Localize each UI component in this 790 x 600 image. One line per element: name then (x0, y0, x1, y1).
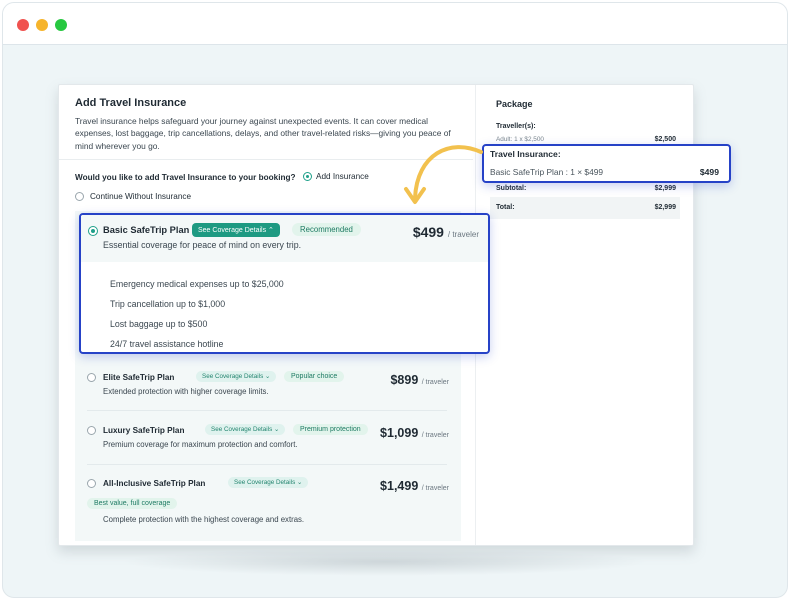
section-title: Add Travel Insurance (75, 97, 187, 109)
add-insurance-radio[interactable] (303, 172, 312, 182)
plan-price: $499 / traveler (413, 224, 479, 240)
insurance-summary-value: $499 (699, 167, 719, 177)
package-title: Package (496, 99, 533, 109)
travellers-label: Traveller(s): (496, 123, 536, 130)
see-coverage-button[interactable]: See Coverage Details ⌄ (196, 371, 277, 382)
coverage-feature: Trip cancellation up to $1,000 (110, 299, 226, 309)
see-coverage-button[interactable]: See Coverage Details ⌄ (228, 477, 309, 488)
adult-line-value: $2,500 (654, 136, 676, 143)
subtotal-value: $2,999 (654, 185, 676, 192)
close-window-button[interactable] (17, 19, 29, 31)
insurance-summary-callout: Travel Insurance: Basic SafeTrip Plan : … (482, 144, 731, 183)
plan-name: Basic SafeTrip Plan (103, 225, 190, 235)
plan-description: Premium coverage for maximum protection … (103, 440, 298, 449)
window-titlebar (3, 3, 787, 45)
see-coverage-label: See Coverage Details (211, 426, 273, 433)
insurance-summary-line: Basic SafeTrip Plan : 1 × $499 (490, 167, 604, 177)
plan-tag: Popular choice (284, 371, 345, 382)
see-coverage-label: See Coverage Details (234, 479, 296, 486)
plan-price-value: $499 (412, 224, 444, 240)
total-value: $2,999 (654, 204, 676, 211)
plan-price-value: $899 (390, 373, 419, 387)
see-coverage-label: See Coverage Details (202, 373, 264, 380)
plan-name: Elite SafeTrip Plan (103, 373, 175, 382)
maximize-window-button[interactable] (55, 19, 67, 31)
total-row: Total: $2,999 (496, 204, 676, 211)
subtotal-row: Subtotal: $2,999 (496, 185, 676, 192)
add-insurance-label: Add Insurance (316, 172, 369, 181)
plan-basic-expanded[interactable]: Basic SafeTrip Plan See Coverage Details… (79, 213, 490, 354)
plan-tag: Best value, full coverage (87, 498, 178, 509)
see-coverage-label: See Coverage Details (198, 227, 267, 234)
coverage-feature: Emergency medical expenses up to $25,000 (110, 279, 284, 289)
continue-without-radio[interactable] (75, 192, 84, 202)
plan-price-unit: / traveler (421, 485, 449, 492)
adult-line-text: Adult: 1 x $2,500 (496, 136, 544, 143)
plan-name: All-Inclusive SafeTrip Plan (103, 479, 206, 488)
plan-price-value: $1,099 (380, 426, 419, 440)
card-shadow (120, 548, 650, 576)
plan-price-value: $1,499 (380, 479, 419, 493)
plan-basic-radio[interactable] (88, 226, 98, 236)
chevron-down-icon: ⌄ (274, 426, 280, 433)
plan-price: $899 / traveler (390, 373, 449, 387)
plan-price-unit: / traveler (421, 379, 449, 386)
plan-price-unit: / traveler (447, 230, 479, 239)
plan-tag: Premium protection (293, 424, 368, 435)
chevron-down-icon: ⌄ (265, 373, 271, 380)
plan-price: $1,499 / traveler (380, 479, 449, 493)
plan-tag: Recommended (292, 223, 361, 236)
insurance-question: Would you like to add Travel Insurance t… (75, 173, 296, 182)
insurance-summary-label: Travel Insurance: (490, 149, 561, 159)
plan-description: Extended protection with higher coverage… (103, 387, 269, 396)
continue-without-label: Continue Without Insurance (90, 192, 192, 201)
curved-arrow-icon (404, 145, 483, 204)
plan-divider (87, 464, 447, 465)
plan-divider (87, 410, 447, 411)
plan-all-inclusive-radio[interactable] (87, 479, 96, 488)
total-label: Total: (496, 204, 515, 211)
plan-luxury-radio[interactable] (87, 426, 96, 435)
adult-line: Adult: 1 x $2,500 $2,500 (496, 136, 676, 143)
see-coverage-button[interactable]: See Coverage Details ⌃ (192, 223, 280, 237)
chevron-up-icon: ⌃ (268, 227, 274, 234)
subtotal-label: Subtotal: (496, 185, 527, 192)
coverage-feature: Lost baggage up to $500 (110, 319, 208, 329)
plan-description: Essential coverage for peace of mind on … (103, 240, 302, 250)
plan-price-unit: / traveler (421, 432, 449, 439)
continue-without-option[interactable]: Continue Without Insurance (75, 192, 192, 202)
plan-elite-radio[interactable] (87, 373, 96, 382)
coverage-feature: 24/7 travel assistance hotline (110, 339, 224, 349)
plan-price: $1,099 / traveler (380, 426, 449, 440)
see-coverage-button[interactable]: See Coverage Details ⌄ (205, 424, 286, 435)
chevron-down-icon: ⌄ (297, 479, 303, 486)
add-insurance-option[interactable]: Add Insurance (303, 172, 369, 182)
plan-description: Complete protection with the highest cov… (103, 515, 305, 524)
minimize-window-button[interactable] (36, 19, 48, 31)
plan-name: Luxury SafeTrip Plan (103, 426, 185, 435)
